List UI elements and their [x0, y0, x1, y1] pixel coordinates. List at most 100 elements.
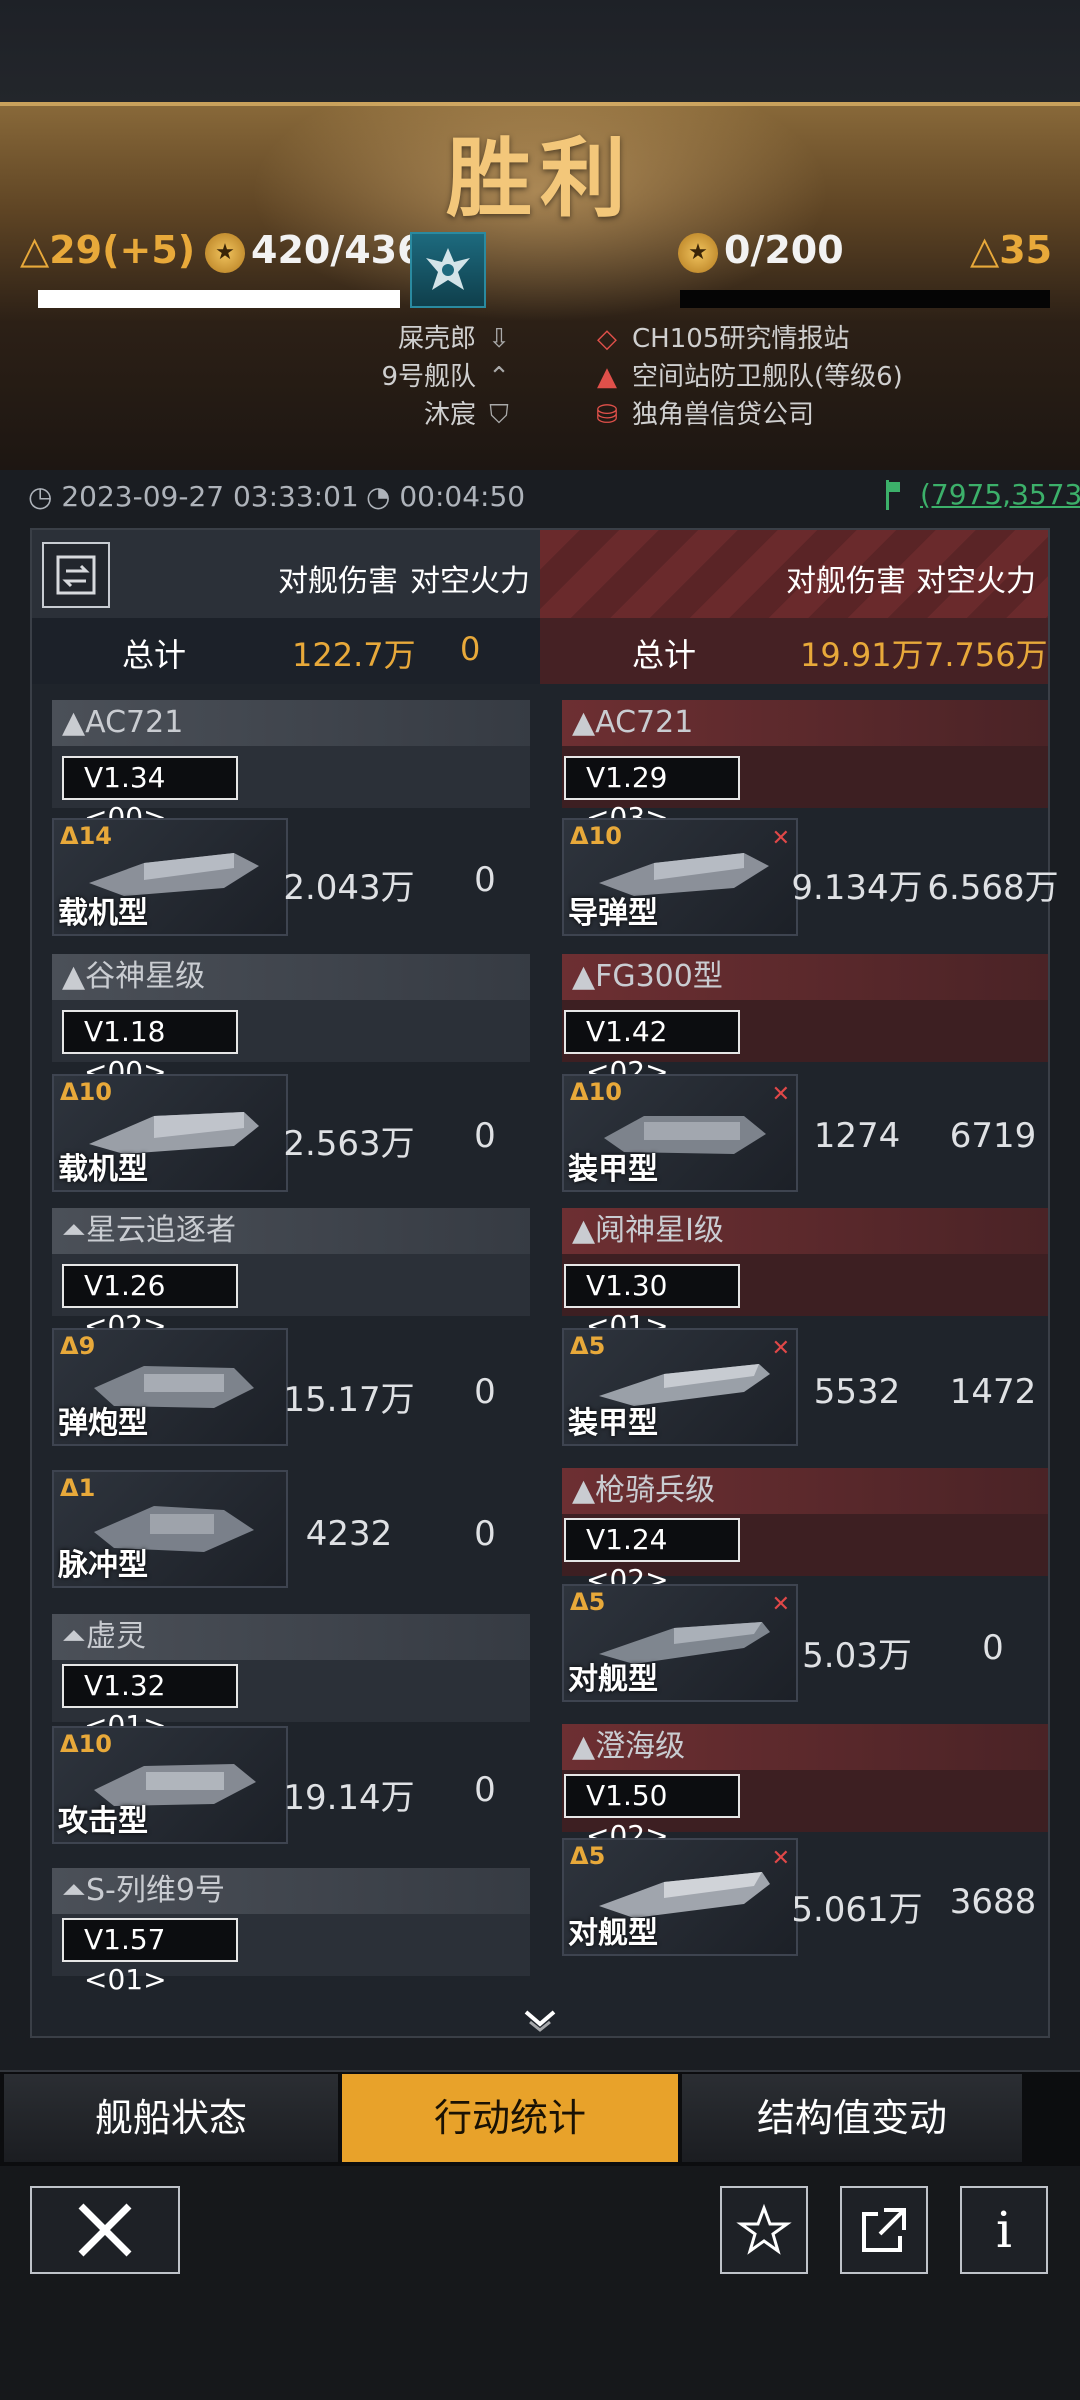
enemy-ship-card[interactable]: Δ10 ✕ 导弹型	[562, 818, 798, 936]
ally-score-value: 420/436	[251, 228, 424, 272]
ally-ship-card[interactable]: Δ1 脉冲型	[52, 1470, 288, 1588]
ship-type: 载机型	[58, 1152, 148, 1187]
enemy-ship-name-bar[interactable]: ▲枪骑兵级	[562, 1468, 1048, 1514]
ship-version: V1.26 <02>	[62, 1264, 238, 1342]
ally-ship-card[interactable]: Δ10 载机型	[52, 1074, 288, 1192]
chevron-down-icon[interactable]	[520, 2006, 560, 2034]
info-icon: i	[996, 2201, 1012, 2259]
enemy-col-aa: 对空火力	[916, 564, 1036, 599]
ally-ship-card[interactable]: Δ10 攻击型	[52, 1726, 288, 1844]
enemy-ship-name-bar[interactable]: ▲澄海级	[562, 1724, 1048, 1770]
ship-aa: 0	[474, 1770, 496, 1810]
ally-total-label: 总计	[122, 636, 187, 674]
ship-name: AC721	[595, 705, 694, 740]
ship-version: V1.34 <00>	[62, 756, 238, 834]
chevron-up-icon: ⌃	[488, 362, 510, 392]
coordinates-link[interactable]: (7975,3573)	[920, 478, 1080, 511]
ally-level-delta: (+5)	[102, 228, 196, 272]
enemy-name: 独角兽信贷公司	[632, 400, 815, 430]
destroyed-icon: ✕	[771, 1592, 790, 1617]
ship-class-icon: ▲	[572, 1213, 596, 1248]
ship-version: V1.30 <01>	[564, 1264, 740, 1342]
ally-ship-name-bar[interactable]: ▲谷神星级	[52, 954, 530, 1000]
ship-name: S-列维9号	[86, 1873, 225, 1908]
ship-name: 澄海级	[595, 1729, 686, 1764]
ship-level: Δ10	[570, 822, 622, 850]
ship-version: V1.57 <01>	[62, 1918, 238, 1996]
ally-ship-card[interactable]: Δ14 载机型	[52, 818, 288, 936]
ship-level: Δ14	[60, 822, 112, 850]
info-button[interactable]: i	[960, 2186, 1048, 2274]
player-name: 9号舰队	[381, 362, 476, 392]
tab-structure-change[interactable]: 结构值变动	[682, 2074, 1022, 2162]
ship-name: 枪骑兵级	[595, 1473, 716, 1508]
share-icon	[862, 2208, 906, 2252]
ship-class-icon: ⏶	[62, 1619, 86, 1654]
ship-type: 对舰型	[568, 1662, 658, 1697]
enemy-level-value: 35	[999, 228, 1053, 272]
enemy-ship-card[interactable]: Δ5 ✕ 装甲型	[562, 1328, 798, 1446]
flag-icon	[886, 480, 900, 510]
player-name: 屎壳郎	[397, 324, 476, 354]
favorite-button[interactable]	[720, 2186, 808, 2274]
ship-damage: 5.061万	[791, 1890, 923, 1930]
enemy-total-aa: 7.756万	[924, 636, 1048, 674]
enemy-ship-card[interactable]: Δ5 ✕ 对舰型	[562, 1838, 798, 1956]
enemy-col-damage: 对舰伤害	[786, 564, 906, 599]
ship-type: 载机型	[58, 896, 148, 931]
result-title: 胜利	[446, 129, 634, 229]
ally-col-aa: 对空火力	[410, 564, 530, 599]
ship-class-icon: ⏶	[62, 1873, 86, 1908]
ally-level-value: 29	[49, 228, 103, 272]
score-badge-icon: ★	[678, 232, 718, 273]
enemy-score-value: 0/200	[724, 228, 844, 272]
ally-ship-name-bar[interactable]: ⏶S-列维9号	[52, 1868, 530, 1914]
ship-version: V1.42 <02>	[564, 1010, 740, 1088]
star-icon	[736, 2203, 792, 2255]
ally-ship-name-bar[interactable]: ⏶虚灵	[52, 1614, 530, 1660]
ally-player-1: 屎壳郎 ⇩	[398, 318, 512, 355]
ship-name: 谷神星级	[85, 959, 206, 994]
faction-emblem-icon	[410, 232, 486, 308]
score-badge-icon: ★	[205, 232, 245, 273]
enemy-ship-name-bar[interactable]: ▲阋神星I级	[562, 1208, 1048, 1254]
enemy-progress-bar	[680, 290, 1050, 308]
ally-level: △29(+5)	[20, 228, 195, 272]
destroyed-icon: ✕	[771, 1336, 790, 1361]
ship-version: V1.24 <02>	[564, 1518, 740, 1596]
ship-class-icon: ▲	[572, 1729, 596, 1764]
shield-icon: ⛉	[489, 400, 509, 430]
enemy-level: △35	[970, 228, 1052, 272]
enemy-ship-card[interactable]: Δ5 ✕ 对舰型	[562, 1584, 798, 1702]
share-button[interactable]	[840, 2186, 928, 2274]
ship-level: Δ5	[570, 1842, 606, 1870]
ally-ship-name-bar[interactable]: ⏶星云追逐者	[52, 1208, 530, 1254]
ally-total-damage: 122.7万	[292, 636, 416, 674]
ally-ship-card[interactable]: Δ9 弹炮型	[52, 1328, 288, 1446]
close-button[interactable]	[30, 2186, 180, 2274]
swap-view-button[interactable]	[42, 542, 110, 608]
ship-name: 星云追逐者	[86, 1213, 236, 1248]
tab-ship-status[interactable]: 舰船状态	[4, 2074, 338, 2162]
enemy-ship-name-bar[interactable]: ▲AC721	[562, 700, 1048, 746]
ally-player-3: 沐宸 ⛉	[424, 394, 512, 431]
ship-version: V1.29 <03>	[564, 756, 740, 834]
clock-icon: ◷	[28, 480, 62, 513]
ship-class-icon: ▲	[62, 705, 86, 740]
enemy-ship-card[interactable]: Δ10 ✕ 装甲型	[562, 1074, 798, 1192]
enemy-name: 空间站防卫舰队(等级6)	[632, 362, 903, 392]
ship-class-icon: ▲	[62, 959, 86, 994]
ally-ship-name-bar[interactable]: ▲AC721	[52, 700, 530, 746]
enemy-entry-1: ◇ CH105研究情报站	[594, 318, 849, 355]
ship-type: 攻击型	[58, 1804, 148, 1839]
ship-name: 阋神星I级	[595, 1213, 724, 1248]
destroyed-icon: ✕	[771, 826, 790, 851]
enemy-ship-name-bar[interactable]: ▲FG300型	[562, 954, 1048, 1000]
tab-action-stats[interactable]: 行动统计	[342, 2074, 678, 2162]
ship-aa: 0	[474, 860, 496, 900]
ship-damage: 1274	[813, 1116, 901, 1156]
ship-name: 虚灵	[86, 1619, 146, 1654]
ship-class-icon: ▲	[572, 959, 596, 994]
destroyed-icon: ✕	[771, 1082, 790, 1107]
ship-damage: 2.563万	[283, 1124, 415, 1164]
